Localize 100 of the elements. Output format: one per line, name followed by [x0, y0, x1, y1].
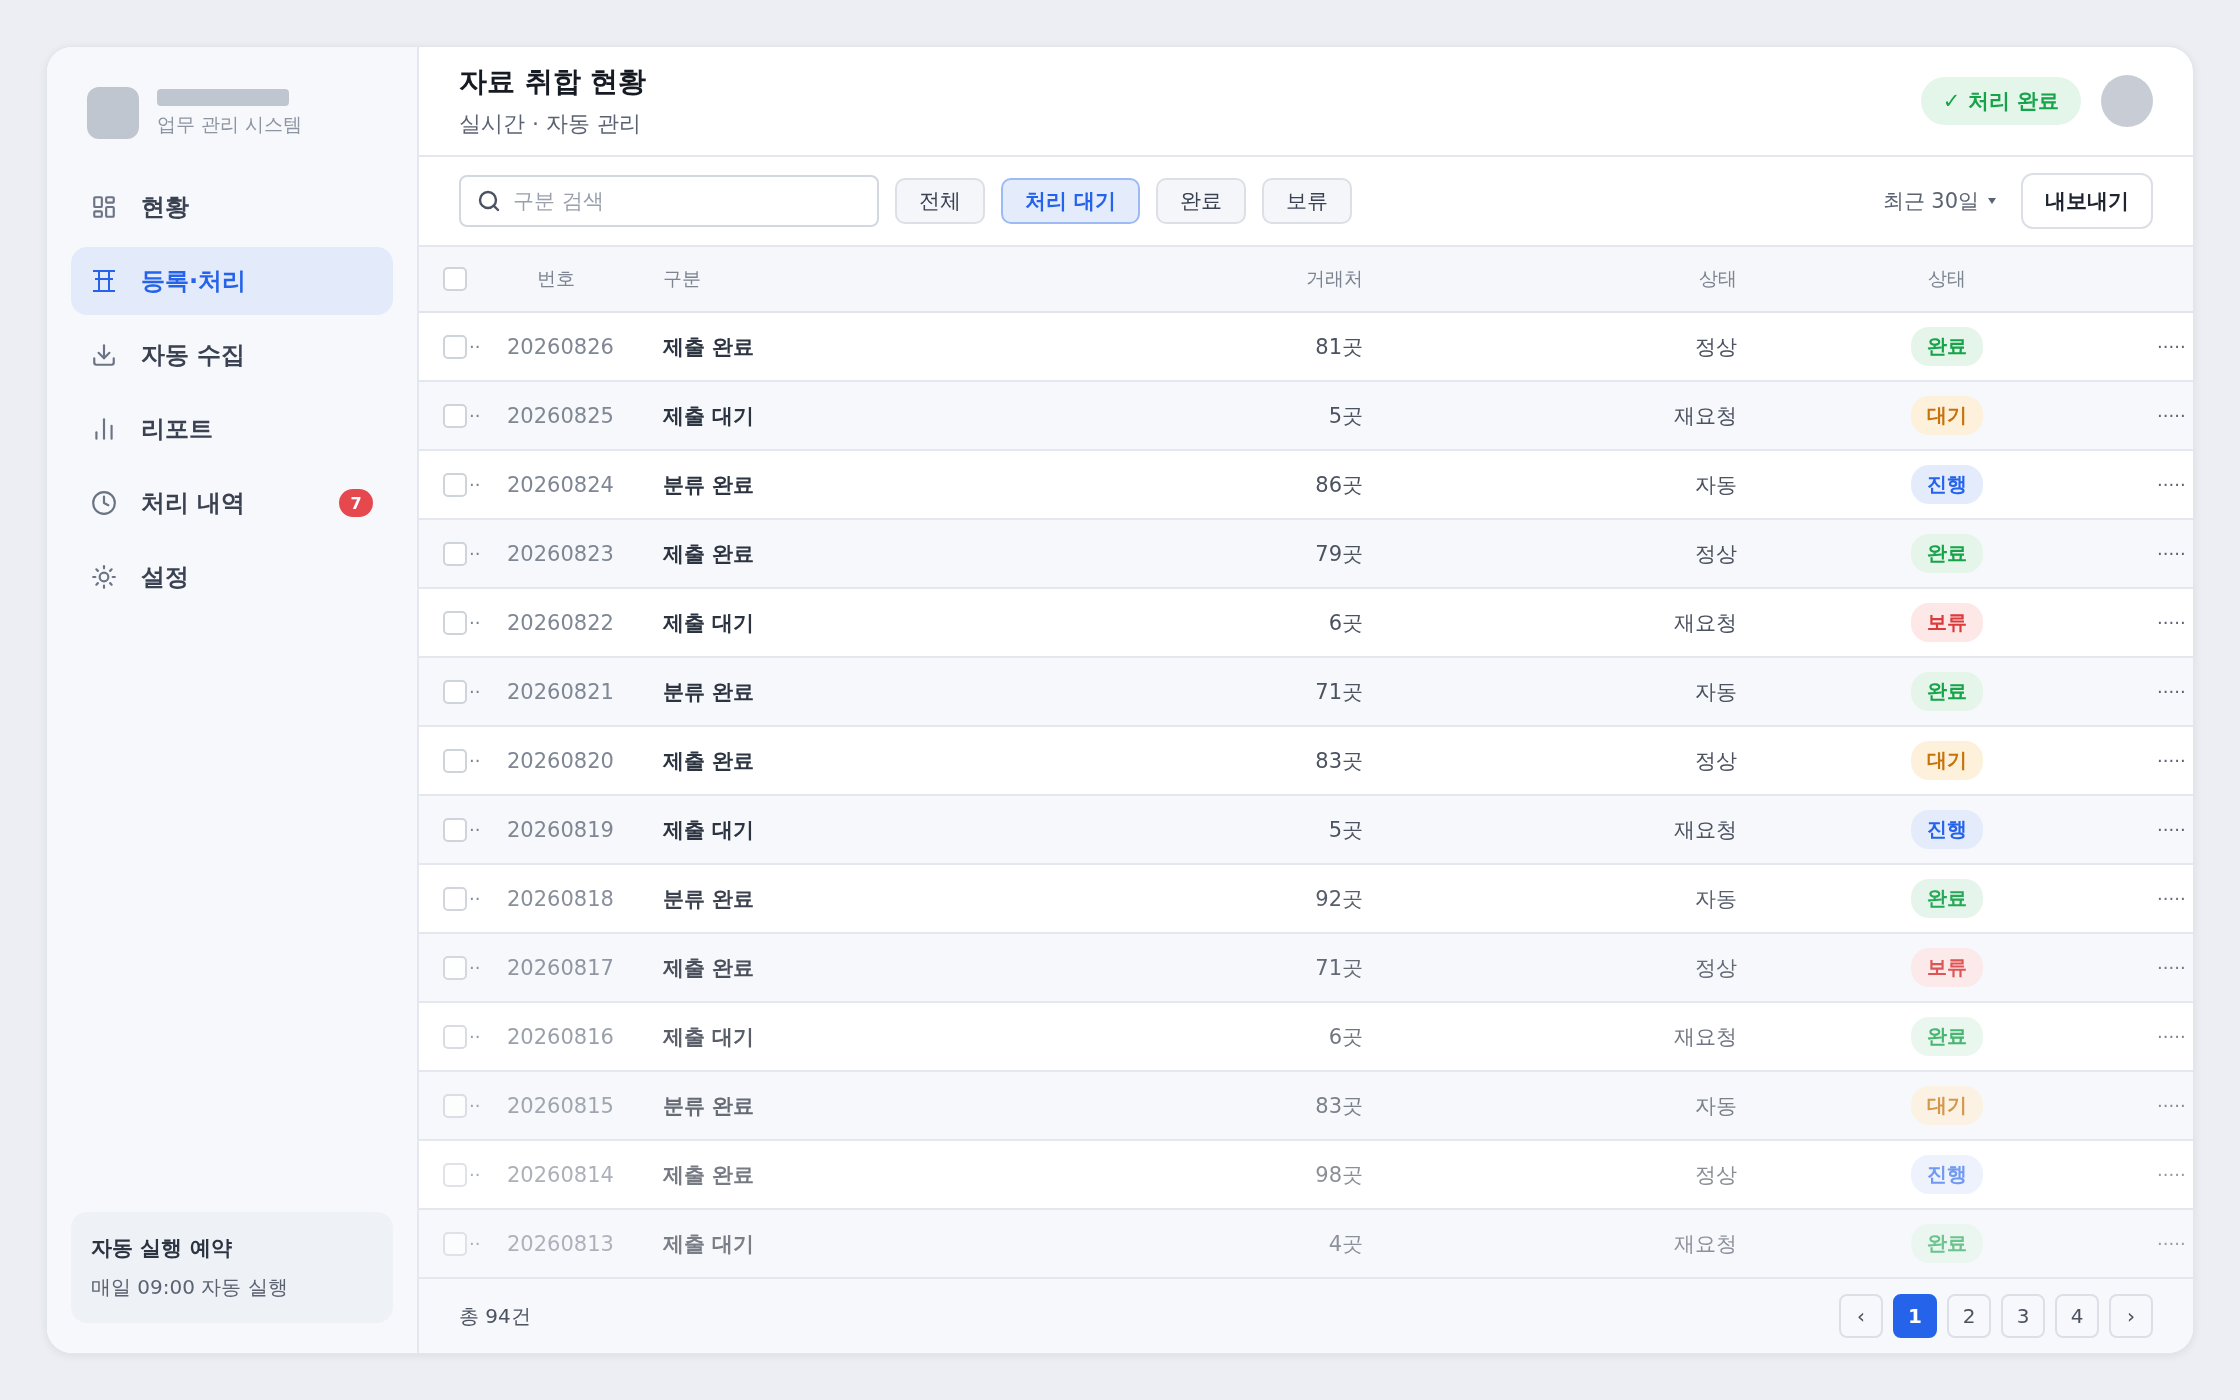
column-header: 번호 — [536, 266, 576, 291]
row-menu[interactable]: ····· — [2157, 681, 2193, 702]
row-menu[interactable]: ····· — [2157, 612, 2193, 633]
row-menu[interactable]: ····· — [2157, 474, 2193, 495]
table-cell-text: 83곳 — [1314, 1092, 1363, 1120]
row-menu[interactable]: ····· — [2157, 750, 2193, 771]
row-menu[interactable]: ····· — [2157, 819, 2193, 840]
filter-chip[interactable]: 완료 — [1156, 178, 1247, 224]
table-cell-text: 20260816 — [507, 1024, 615, 1049]
table-cell-text: 정상 — [1694, 333, 1737, 361]
filter-chip[interactable]: 보류 — [1262, 178, 1353, 224]
row-marker: ·· — [468, 888, 482, 909]
table-cell-text: 제출 완료 — [663, 540, 756, 568]
table-cell-text: 71곳 — [1314, 678, 1363, 706]
count-badge: 7 — [339, 489, 373, 517]
row-checkbox[interactable] — [443, 472, 467, 497]
table-cell-text: 재요청 — [1673, 1023, 1737, 1051]
table-cell-text: 20260817 — [507, 955, 615, 980]
row-checkbox[interactable] — [443, 334, 467, 359]
settings-icon — [91, 564, 117, 590]
row-checkbox[interactable] — [443, 1231, 467, 1256]
page-button[interactable]: 2 — [1947, 1294, 1991, 1338]
select-all-checkbox[interactable] — [443, 267, 467, 291]
nav-item[interactable]: 처리 내역 7 — [71, 469, 393, 537]
row-checkbox[interactable] — [443, 610, 467, 635]
row-menu[interactable]: ····· — [2157, 405, 2193, 426]
row-menu[interactable]: ····· — [2157, 957, 2193, 978]
table-cell-text: 20260824 — [507, 472, 615, 497]
row-checkbox[interactable] — [443, 679, 467, 704]
export-button[interactable]: 내보내기 — [2021, 173, 2153, 229]
status-badge: 완료 — [1911, 327, 1983, 366]
table-cell-text: 20260821 — [507, 679, 615, 704]
table-cell-text: 재요청 — [1673, 816, 1737, 844]
table-cell-text: 81곳 — [1314, 333, 1363, 361]
row-menu[interactable]: ····· — [2157, 1095, 2193, 1116]
filter-chip[interactable]: 처리 대기 — [1001, 178, 1141, 224]
row-checkbox[interactable] — [443, 886, 467, 911]
table-cell-text: 제출 완료 — [663, 747, 756, 775]
table-cell-text: 20260818 — [507, 886, 615, 911]
page-button[interactable]: 1 — [1893, 1294, 1937, 1338]
row-menu[interactable]: ····· — [2157, 543, 2193, 564]
row-marker: ·· — [468, 543, 482, 564]
row-menu[interactable]: ····· — [2157, 1026, 2193, 1047]
table-cell-text: 자동 — [1694, 471, 1737, 499]
table-icon — [91, 268, 117, 294]
logo-mark — [87, 87, 139, 139]
row-checkbox[interactable] — [443, 403, 467, 428]
filter-chip[interactable]: 전체 — [895, 178, 985, 224]
row-marker: ·· — [468, 1164, 482, 1185]
dashboard-icon — [91, 194, 117, 220]
nav-item[interactable]: 현황 — [71, 173, 393, 241]
status-badge: 완료 — [1911, 534, 1983, 573]
table-cell-text: 20260822 — [507, 610, 615, 635]
table-cell-text: 5곳 — [1327, 402, 1363, 430]
table-cell-text: 자동 — [1694, 678, 1737, 706]
row-menu[interactable]: ····· — [2157, 336, 2193, 357]
row-marker: ·· — [468, 612, 482, 633]
nav-item[interactable]: 설정 — [71, 543, 393, 611]
search-icon — [477, 189, 501, 213]
status-badge: 진행 — [1911, 1155, 1983, 1194]
period-dropdown[interactable]: 최근 30일 — [1874, 187, 2005, 215]
row-checkbox[interactable] — [443, 955, 467, 980]
row-marker: ·· — [468, 819, 482, 840]
row-checkbox[interactable] — [443, 817, 467, 842]
search-input[interactable]: 구분 검색 — [511, 188, 861, 214]
page-button[interactable]: › — [2109, 1294, 2153, 1338]
total-count: 총 94건 — [459, 1302, 531, 1330]
nav-item[interactable]: 리포트 — [71, 395, 393, 463]
status-badge: 대기 — [1911, 741, 1983, 780]
download-icon — [91, 342, 117, 368]
table-cell-text: 분류 완료 — [663, 1092, 756, 1120]
row-marker: ·· — [468, 1095, 482, 1116]
page-button[interactable]: ‹ — [1839, 1294, 1883, 1338]
avatar[interactable] — [2101, 75, 2153, 127]
table-cell-text: 제출 대기 — [663, 402, 756, 430]
row-checkbox[interactable] — [443, 1093, 467, 1118]
table-cell-text: 재요청 — [1673, 1230, 1737, 1258]
status-badge: 보류 — [1911, 948, 1983, 987]
table-cell-text: 83곳 — [1314, 747, 1363, 775]
status-badge: 완료 — [1911, 1017, 1983, 1056]
row-checkbox[interactable] — [443, 1024, 467, 1049]
nav-item[interactable]: 자동 수집 — [71, 321, 393, 389]
row-marker: ·· — [468, 1233, 482, 1254]
column-header: 구분 — [663, 266, 702, 291]
table-cell-text: 71곳 — [1314, 954, 1363, 982]
table-cell-text: 20260823 — [507, 541, 615, 566]
page-button[interactable]: 4 — [2055, 1294, 2099, 1338]
nav-item[interactable]: 등록·처리 — [71, 247, 393, 315]
row-checkbox[interactable] — [443, 748, 467, 773]
status-badge: 진행 — [1911, 465, 1983, 504]
table-cell-text: 4곳 — [1327, 1230, 1363, 1258]
table-cell-text: 정상 — [1694, 1161, 1737, 1189]
row-checkbox[interactable] — [443, 541, 467, 566]
page-button[interactable]: 3 — [2001, 1294, 2045, 1338]
row-menu[interactable]: ····· — [2157, 888, 2193, 909]
column-header: 거래처 — [1305, 266, 1363, 291]
row-marker: ·· — [468, 474, 482, 495]
row-checkbox[interactable] — [443, 1162, 467, 1187]
search-box[interactable]: 구분 검색 — [459, 175, 879, 227]
table-cell-text: 재요청 — [1673, 609, 1737, 637]
